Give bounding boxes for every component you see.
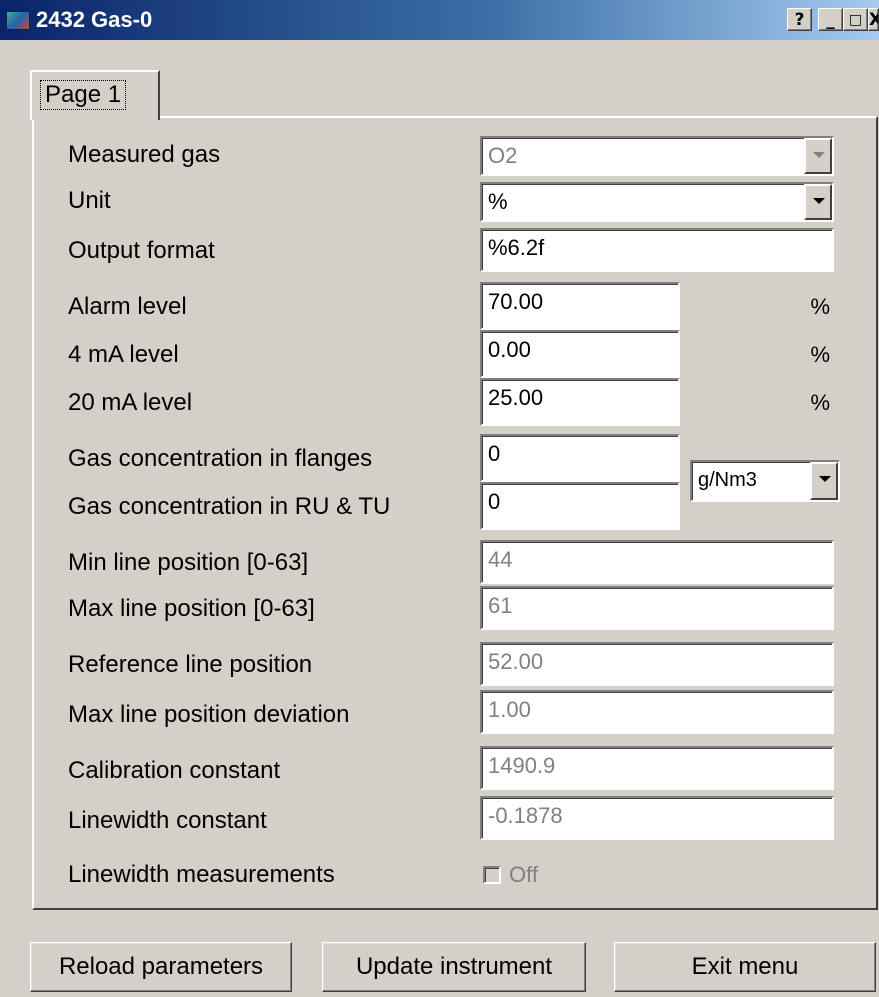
- linewidth-meas-label: Linewidth measurements: [68, 861, 335, 888]
- max-line-pos-label: Max line position [0-63]: [68, 595, 315, 622]
- close-button[interactable]: X: [868, 8, 879, 31]
- tab-page-1[interactable]: Page 1: [30, 70, 160, 120]
- help-button[interactable]: ?: [787, 8, 812, 31]
- alarm-level-input[interactable]: 70.00: [480, 282, 680, 330]
- gas-conc-ru-tu-label: Gas concentration in RU & TU: [68, 493, 391, 520]
- 20ma-level-label: 20 mA level: [68, 389, 193, 416]
- ref-line-pos-input[interactable]: 52.00: [480, 642, 834, 686]
- reload-parameters-button[interactable]: Reload parameters: [30, 942, 292, 992]
- output-format-input[interactable]: %6.2f: [480, 228, 834, 272]
- output-format-label: Output format: [68, 237, 215, 264]
- update-instrument-button[interactable]: Update instrument: [322, 942, 586, 992]
- linewidth-const-label: Linewidth constant: [68, 807, 267, 834]
- linewidth-meas-checkbox-label: Off: [509, 862, 538, 887]
- measured-gas-chevron-down-icon[interactable]: [804, 138, 832, 174]
- conc-unit-dropdown[interactable]: g/Nm3: [690, 460, 840, 502]
- unit-label: Unit: [68, 187, 111, 214]
- gas-conc-ru-tu-input[interactable]: 0: [480, 482, 680, 530]
- tab-page-1-label: Page 1: [40, 80, 127, 110]
- calibration-const-label: Calibration constant: [68, 757, 281, 784]
- min-line-pos-input[interactable]: 44: [480, 540, 834, 584]
- calibration-const-input[interactable]: 1490.9: [480, 746, 834, 790]
- gas-conc-flanges-label: Gas concentration in flanges: [68, 445, 373, 472]
- gas-conc-flanges-input[interactable]: 0: [480, 434, 680, 482]
- app-icon[interactable]: [6, 11, 30, 30]
- title-bar[interactable]: 2432 Gas-0 ? _ □ X: [0, 0, 879, 40]
- exit-menu-button[interactable]: Exit menu: [614, 942, 876, 992]
- measured-gas-label: Measured gas: [68, 141, 221, 168]
- unit-dropdown[interactable]: %: [480, 182, 834, 222]
- 4ma-level-label: 4 mA level: [68, 341, 179, 368]
- 20ma-level-unit: %: [810, 390, 830, 415]
- measured-gas-dropdown[interactable]: O2: [480, 136, 834, 176]
- unit-value: %: [488, 189, 508, 214]
- measured-gas-value: O2: [488, 143, 518, 168]
- ref-line-pos-label: Reference line position: [68, 651, 313, 678]
- conc-unit-chevron-down-icon[interactable]: [810, 462, 838, 500]
- max-line-dev-label: Max line position deviation: [68, 701, 350, 728]
- alarm-level-label: Alarm level: [68, 293, 187, 320]
- maximize-button[interactable]: □: [843, 8, 868, 31]
- 4ma-level-unit: %: [810, 342, 830, 367]
- minimize-button[interactable]: _: [818, 8, 843, 31]
- min-line-pos-label: Min line position [0-63]: [68, 549, 309, 576]
- max-line-pos-input[interactable]: 61: [480, 586, 834, 630]
- window-title: 2432 Gas-0: [36, 7, 153, 32]
- conc-unit-value: g/Nm3: [698, 469, 757, 491]
- 4ma-level-input[interactable]: 0.00: [480, 330, 680, 378]
- alarm-level-unit: %: [810, 294, 830, 319]
- linewidth-const-input[interactable]: -0.1878: [480, 796, 834, 840]
- 20ma-level-input[interactable]: 25.00: [480, 378, 680, 426]
- linewidth-meas-checkbox[interactable]: [483, 866, 501, 884]
- unit-chevron-down-icon[interactable]: [804, 184, 832, 220]
- max-line-dev-input[interactable]: 1.00: [480, 690, 834, 734]
